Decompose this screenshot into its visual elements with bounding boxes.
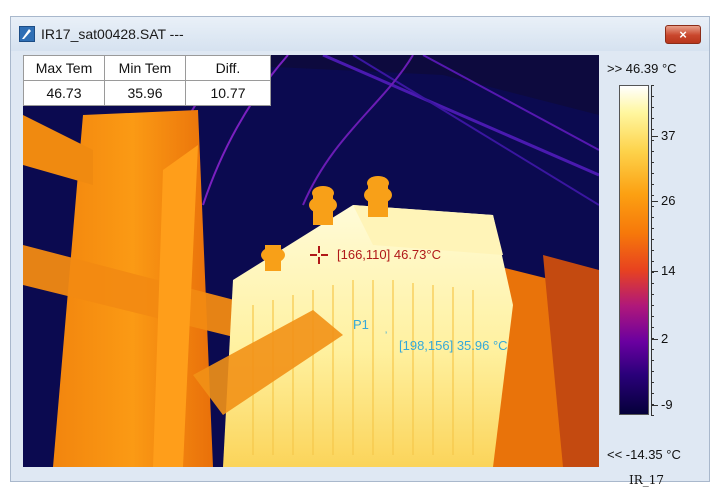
scale-minor-tick	[651, 305, 654, 306]
color-scale-panel: >> 46.39 °C 37 26 14 2 -9 << -14.35 °C IR_17	[599, 55, 710, 487]
color-bar	[619, 85, 649, 415]
scale-minor-tick	[651, 140, 654, 141]
scale-minor-tick	[651, 96, 654, 97]
value-diff: 10.77	[185, 80, 271, 106]
value-max-temp: 46.73	[23, 80, 105, 106]
max-temp-crosshair-icon	[310, 246, 328, 264]
point-name-label: P1	[353, 317, 369, 332]
scale-minor-tick	[651, 228, 654, 229]
scale-minor-tick	[651, 316, 654, 317]
scale-minor-tick	[651, 261, 654, 262]
scale-minor-tick	[651, 382, 654, 383]
app-icon	[19, 26, 35, 42]
thermal-image-window: IR17_sat00428.SAT --- × Max Tem Min Tem …	[10, 16, 710, 487]
scale-minor-tick	[651, 360, 654, 361]
close-button[interactable]: ×	[665, 25, 701, 44]
title-bar[interactable]: IR17_sat00428.SAT --- ×	[11, 17, 709, 51]
scale-minor-tick	[651, 272, 654, 273]
scale-minor-tick	[651, 151, 654, 152]
scale-minor-tick	[651, 239, 654, 240]
scale-min-label: << -14.35 °C	[607, 447, 681, 462]
scale-tick	[651, 136, 658, 138]
scale-minor-tick	[651, 85, 654, 86]
table-header-row: Max Tem Min Tem Diff.	[23, 55, 271, 81]
scale-minor-tick	[651, 217, 654, 218]
header-min-temp: Min Tem	[104, 55, 186, 81]
scale-minor-tick	[651, 393, 654, 394]
scale-tick	[651, 405, 658, 407]
scale-minor-tick	[651, 107, 654, 108]
scale-minor-tick	[651, 349, 654, 350]
point-temp-label: [198,156] 35.96 °C	[399, 338, 508, 353]
point-marker-icon: ʼ	[385, 331, 388, 342]
scale-tick	[651, 339, 658, 341]
scale-tick-label: 26	[661, 192, 676, 208]
table-value-row: 46.73 35.96 10.77	[23, 80, 271, 106]
scale-tick-label: -9	[661, 397, 673, 413]
header-diff: Diff.	[185, 55, 271, 81]
scale-minor-tick	[651, 283, 654, 284]
scale-max-label: >> 46.39 °C	[607, 61, 677, 76]
scale-tick-label: 37	[661, 128, 676, 144]
scale-minor-tick	[651, 118, 654, 119]
scale-minor-tick	[651, 129, 654, 130]
scale-minor-tick	[651, 162, 654, 163]
max-temp-marker-label: [166,110] 46.73°C	[337, 247, 441, 262]
scale-tick	[651, 200, 658, 202]
scale-tick-label: 14	[661, 263, 676, 279]
scale-minor-tick	[651, 294, 654, 295]
scale-minor-tick	[651, 206, 654, 207]
scale-minor-tick	[651, 404, 654, 405]
scale-minor-tick	[651, 173, 654, 174]
scale-minor-tick	[651, 195, 654, 196]
scale-minor-tick	[651, 184, 654, 185]
palette-name: IR_17	[629, 473, 665, 487]
scale-minor-tick	[651, 327, 654, 328]
thermal-image[interactable]: Max Tem Min Tem Diff. 46.73 35.96 10.77 …	[23, 55, 599, 467]
header-max-temp: Max Tem	[23, 55, 105, 81]
scale-minor-tick	[651, 250, 654, 251]
value-min-temp: 35.96	[104, 80, 186, 106]
scale-minor-tick	[651, 371, 654, 372]
temperature-table: Max Tem Min Tem Diff. 46.73 35.96 10.77	[23, 55, 271, 106]
scale-minor-tick	[651, 415, 654, 416]
scale-tick-label: 2	[661, 331, 669, 347]
window-title: IR17_sat00428.SAT ---	[41, 26, 184, 42]
scale-minor-tick	[651, 338, 654, 339]
